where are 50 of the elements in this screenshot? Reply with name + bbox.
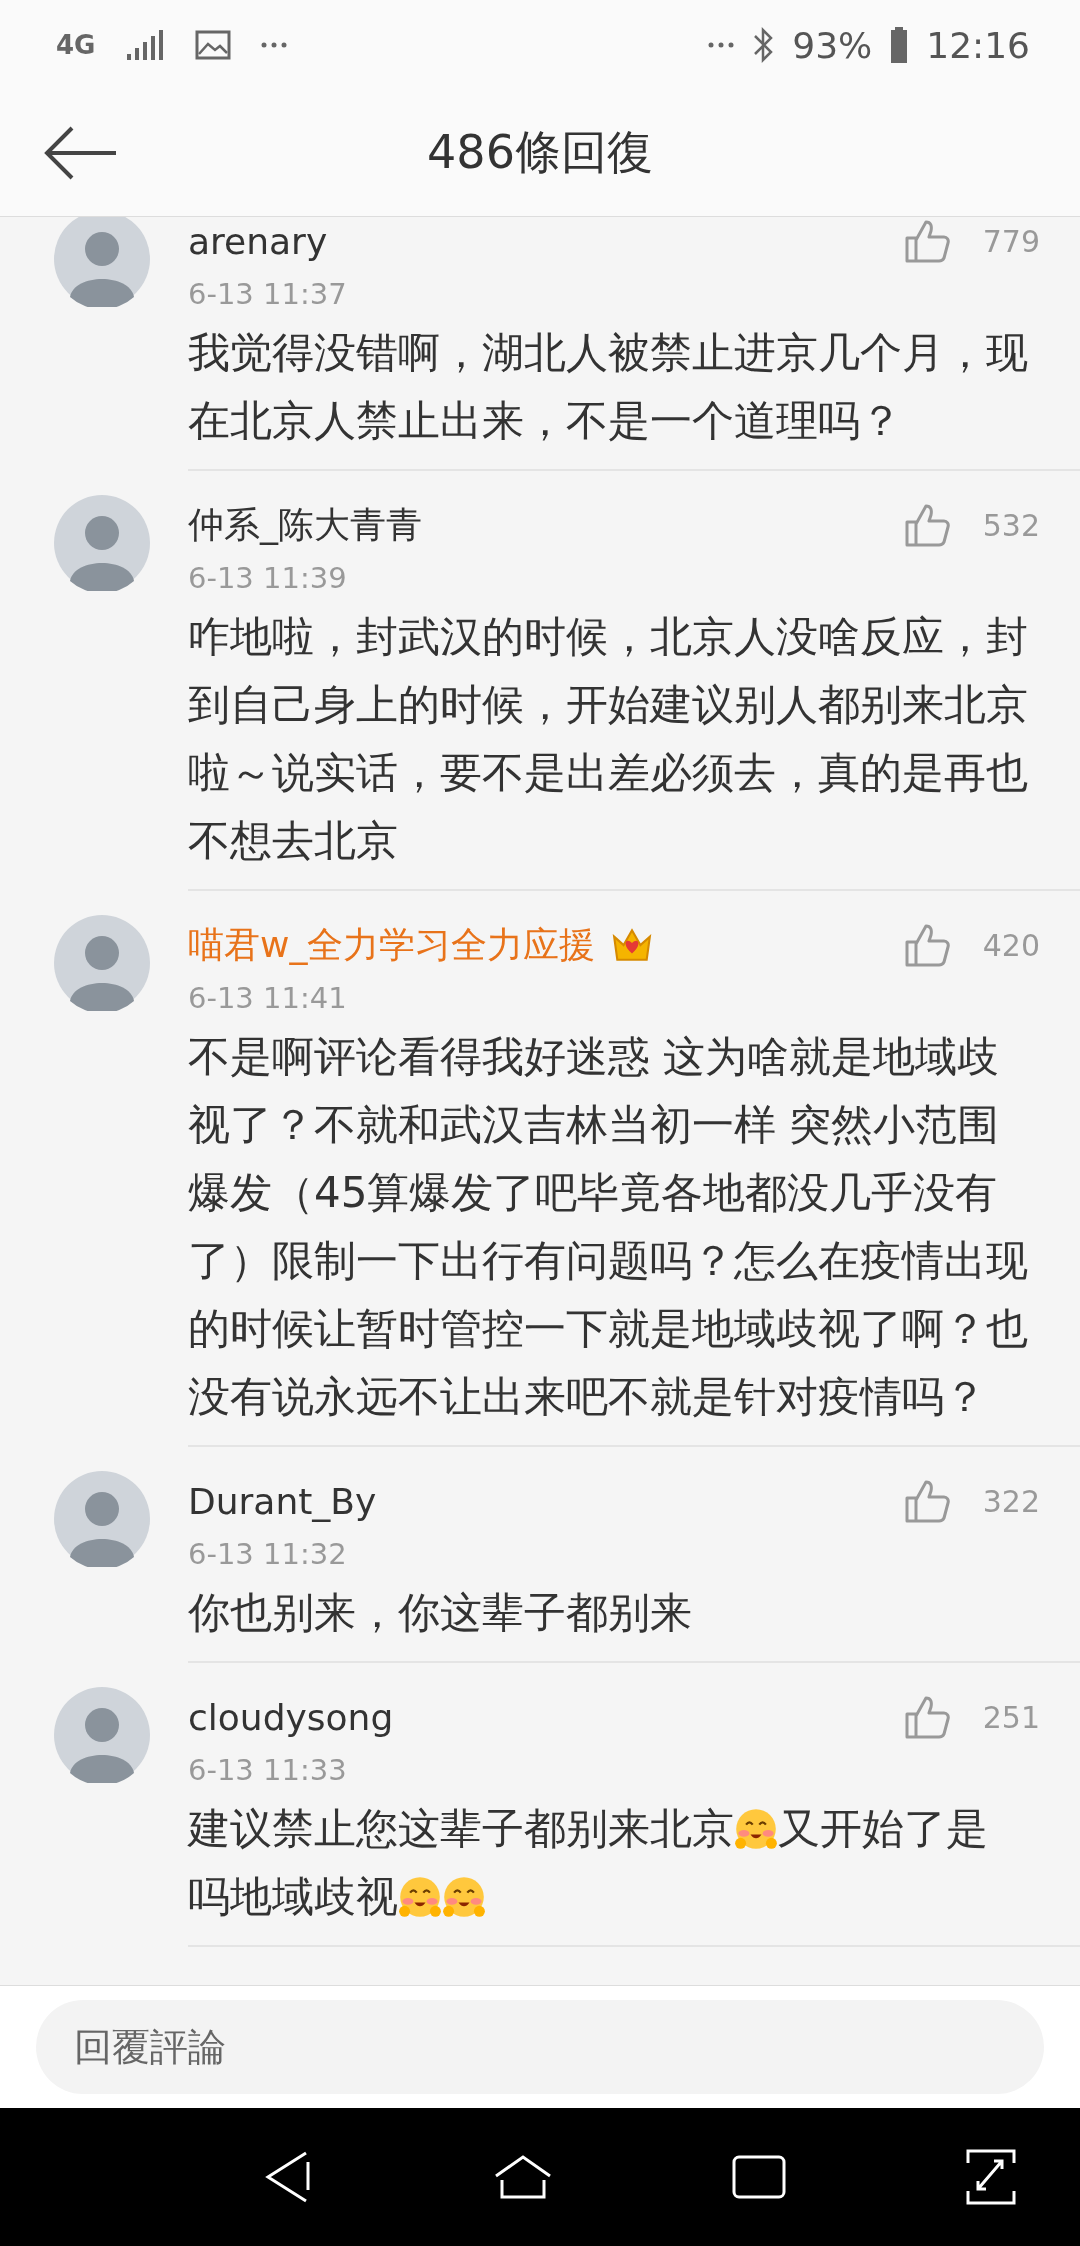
user-name[interactable]: 仲系_陈大青青 — [188, 500, 422, 550]
comment-text: 咋地啦，封武汉的时候，北京人没啥反应，封到自己身上的时候，开始建议别人都别来北京啦～说实话，要不是出差必须去，真的是再也不想去北京 — [188, 612, 1028, 865]
network-label: 4G — [56, 30, 96, 60]
crown-icon — [611, 926, 654, 964]
signal-icon — [125, 30, 166, 60]
comment-text: 建议禁止您这辈子都别来北京 — [188, 1804, 734, 1853]
user-name[interactable]: arenary — [188, 220, 328, 262]
emoji-icon — [398, 1875, 442, 1919]
comment-time: 6-13 11:39 — [188, 561, 347, 595]
reply-field[interactable]: 回覆評論 — [36, 2000, 1044, 2094]
emoji-icon — [734, 1807, 778, 1851]
avatar-icon[interactable] — [54, 495, 150, 591]
comment-time: 6-13 11:32 — [188, 1537, 347, 1571]
avatar-icon[interactable] — [54, 1471, 150, 1567]
comment-text: 不是啊评论看得我好迷惑 这为啥就是地域歧视了？不就和武汉吉林当初一样 突然小范围爆发（45算爆发了吧毕竟各地都没几乎没有了）限制一下出行有问题吗？怎么在疫情出现的时候让暂时管控一下就是地域歧视了啊？也没有说永远不让出来吧不就是针对疫情吗？ — [188, 1032, 1028, 1421]
bluetooth-icon — [752, 27, 775, 63]
expand-icon[interactable] — [966, 2149, 1016, 2205]
home-icon[interactable] — [494, 2154, 552, 2200]
avatar-icon[interactable] — [54, 1687, 150, 1783]
page-title: 486條回復 — [427, 124, 653, 181]
like-count: 420 — [981, 927, 1040, 963]
like-count: 322 — [981, 1483, 1040, 1519]
comment-time: 6-13 11:33 — [188, 1753, 347, 1787]
comment-text: 又开始了是 — [778, 1804, 988, 1853]
more-icon — [708, 42, 735, 48]
avatar-icon[interactable] — [54, 915, 150, 1011]
user-name[interactable]: cloudysong — [188, 1696, 394, 1738]
emoji-icon — [442, 1875, 486, 1919]
image-icon — [195, 30, 232, 60]
battery-icon — [890, 27, 909, 63]
thumbs-up-icon[interactable] — [904, 219, 950, 263]
user-name[interactable]: Durant_By — [188, 1480, 377, 1522]
comment-time: 6-13 11:37 — [188, 277, 347, 311]
clock: 12:16 — [926, 24, 1030, 66]
thumbs-up-icon[interactable] — [904, 1479, 950, 1523]
comment-text: 你也别来，你这辈子都别来 — [188, 1588, 692, 1637]
thumbs-up-icon[interactable] — [904, 1695, 950, 1739]
more-icon — [261, 42, 288, 48]
comment-time: 6-13 11:41 — [188, 981, 347, 1015]
thumbs-up-icon[interactable] — [904, 923, 950, 967]
like-count: 532 — [981, 507, 1040, 543]
comment-text: 我觉得没错啊，湖北人被禁止进京几个月，现在北京人禁止出来，不是一个道理吗？ — [188, 328, 1028, 445]
recent-apps-icon[interactable] — [732, 2155, 786, 2199]
battery-percent: 93% — [792, 24, 873, 66]
like-count: 251 — [981, 1699, 1040, 1735]
back-icon[interactable] — [44, 125, 118, 181]
thumbs-up-icon[interactable] — [904, 503, 950, 547]
avatar-icon[interactable] — [54, 217, 150, 307]
like-count: 779 — [981, 223, 1040, 259]
comment-text: 吗地域歧视 — [188, 1872, 398, 1921]
